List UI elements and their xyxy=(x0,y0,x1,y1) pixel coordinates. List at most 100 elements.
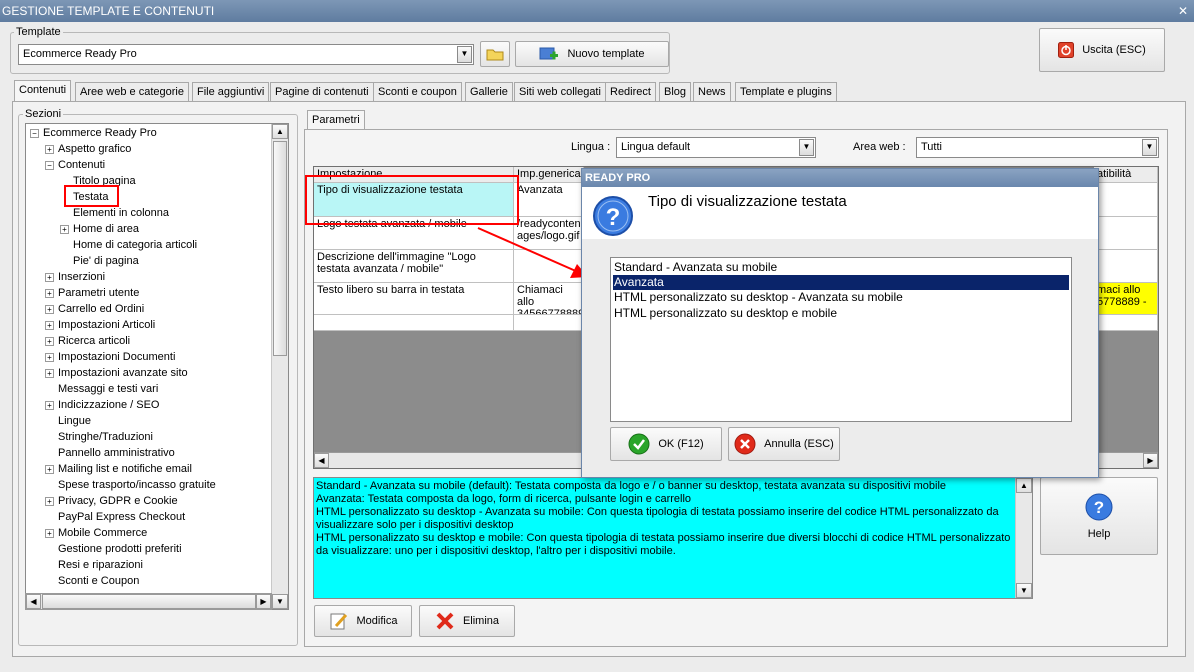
tree-item-label: Spese trasporto/incasso gratuite xyxy=(58,479,216,491)
tree-item[interactable]: Lingue xyxy=(45,413,91,429)
option-item[interactable]: HTML personalizzato su desktop e mobile xyxy=(613,306,1069,321)
chevron-down-icon[interactable]: ▼ xyxy=(799,139,814,156)
open-folder-button[interactable] xyxy=(480,41,510,67)
tree-item[interactable]: + Privacy, GDPR e Cookie xyxy=(45,493,178,509)
expand-icon[interactable]: + xyxy=(45,144,54,154)
tree-vscrollbar[interactable]: ▲ ▼ xyxy=(271,124,288,609)
scroll-left-icon[interactable]: ◀ xyxy=(314,453,329,468)
tab-blog[interactable]: Blog xyxy=(659,82,692,102)
tree-item[interactable]: Home di categoria articoli xyxy=(60,237,197,253)
help-icon: ? xyxy=(1085,493,1113,521)
tree-item[interactable]: + Mailing list e notifiche email xyxy=(45,461,192,477)
scroll-up-icon[interactable]: ▲ xyxy=(1016,478,1032,493)
collapse-icon[interactable]: − xyxy=(30,128,39,138)
tab-file-aggiuntivi[interactable]: File aggiuntivi xyxy=(192,82,270,102)
scroll-down-icon[interactable]: ▼ xyxy=(1016,583,1032,598)
chevron-down-icon[interactable]: ▼ xyxy=(1142,139,1157,156)
tree-item[interactable]: + Parametri utente xyxy=(45,285,139,301)
tab-redirect[interactable]: Redirect xyxy=(605,82,656,102)
grid-row-right[interactable]: maci allo 5778889 - xyxy=(1094,283,1158,315)
tree-item[interactable]: PayPal Express Checkout xyxy=(45,509,185,525)
tree-item[interactable]: + Carrello ed Ordini xyxy=(45,301,144,317)
tab-parametri[interactable]: Parametri xyxy=(307,110,365,130)
expand-icon[interactable]: + xyxy=(45,464,54,474)
expand-icon[interactable]: + xyxy=(45,288,54,298)
exit-button[interactable]: Uscita (ESC) xyxy=(1039,28,1165,72)
template-select[interactable]: Ecommerce Ready Pro ▼ xyxy=(18,44,474,65)
description-vscrollbar[interactable]: ▲ ▼ xyxy=(1015,478,1032,598)
grid-row-right[interactable] xyxy=(1094,217,1158,250)
tree-hscroll-thumb[interactable] xyxy=(42,594,256,609)
option-item[interactable]: HTML personalizzato su desktop - Avanzat… xyxy=(613,290,1069,305)
lingua-select[interactable]: Lingua default ▼ xyxy=(616,137,816,158)
tree-item[interactable]: Resi e riparazioni xyxy=(45,557,143,573)
tree-item[interactable]: + Home di area xyxy=(60,221,139,237)
tree-item[interactable]: Gestione prodotti preferiti xyxy=(45,541,182,557)
tab-aree-web[interactable]: Aree web e categorie xyxy=(75,82,189,102)
tree-item[interactable]: + Impostazioni avanzate sito xyxy=(45,365,188,381)
tab-siti-collegati[interactable]: Siti web collegati xyxy=(514,82,606,102)
tree-item-label: Elementi in colonna xyxy=(73,207,170,219)
tree-item[interactable]: Stringhe/Traduzioni xyxy=(45,429,153,445)
close-icon[interactable]: ✕ xyxy=(1178,0,1188,22)
grid-row-value[interactable]: Chiamaci allo 34566778889 xyxy=(514,283,584,315)
tree-item[interactable]: Messaggi e testi vari xyxy=(45,381,158,397)
tree-item[interactable]: − Contenuti xyxy=(45,157,105,173)
tab-sconti-coupon[interactable]: Sconti e coupon xyxy=(373,82,462,102)
expand-icon[interactable]: + xyxy=(45,496,54,506)
tree-item[interactable]: − Ecommerce Ready Pro xyxy=(30,125,157,141)
tree-item[interactable]: Elementi in colonna xyxy=(60,205,169,221)
tab-news[interactable]: News xyxy=(693,82,731,102)
tree-item[interactable]: Spese trasporto/incasso gratuite xyxy=(45,477,216,493)
option-item-selected[interactable]: Avanzata xyxy=(613,275,1069,290)
grid-row-right[interactable] xyxy=(1094,250,1158,283)
window-titlebar: GESTIONE TEMPLATE E CONTENUTI xyxy=(0,0,1194,22)
chevron-down-icon[interactable]: ▼ xyxy=(457,46,472,63)
expand-icon[interactable]: + xyxy=(60,224,69,234)
expand-icon[interactable]: + xyxy=(45,352,54,362)
tree-item[interactable]: + Aspetto grafico xyxy=(45,141,131,157)
grid-row-right[interactable] xyxy=(1094,183,1158,217)
scroll-up-icon[interactable]: ▲ xyxy=(272,124,288,139)
expand-icon[interactable]: + xyxy=(45,528,54,538)
tree-item[interactable]: + Ricerca articoli xyxy=(45,333,130,349)
tree-item[interactable]: Sconti e Coupon xyxy=(45,573,139,589)
cancel-button[interactable]: Annulla (ESC) xyxy=(728,427,840,461)
tree-scroll-thumb[interactable] xyxy=(273,141,287,356)
help-button[interactable]: ? Help xyxy=(1040,477,1158,555)
tab-contenuti[interactable]: Contenuti xyxy=(14,80,72,102)
edit-button[interactable]: Modifica xyxy=(314,605,412,637)
tree-item[interactable]: Pie' di pagina xyxy=(60,253,139,269)
scroll-down-icon[interactable]: ▼ xyxy=(272,594,288,609)
ok-button[interactable]: OK (F12) xyxy=(610,427,722,461)
new-template-label: Nuovo template xyxy=(567,48,645,60)
tree-item[interactable]: + Indicizzazione / SEO xyxy=(45,397,160,413)
scroll-right-icon[interactable]: ▶ xyxy=(256,594,271,609)
expand-icon[interactable]: + xyxy=(45,320,54,330)
grid-row-name[interactable]: Testo libero su barra in testata xyxy=(314,283,514,315)
expand-icon[interactable]: + xyxy=(45,272,54,282)
area-select[interactable]: Tutti ▼ xyxy=(916,137,1159,158)
option-item[interactable]: Standard - Avanzata su mobile xyxy=(613,260,1069,275)
tab-pagine-contenuti[interactable]: Pagine di contenuti xyxy=(270,82,374,102)
collapse-icon[interactable]: − xyxy=(45,160,54,170)
new-template-button[interactable]: Nuovo template xyxy=(515,41,669,67)
expand-icon[interactable]: + xyxy=(45,400,54,410)
tree-item-label: Ricerca articoli xyxy=(58,335,131,347)
scroll-left-icon[interactable]: ◀ xyxy=(26,594,41,609)
options-list[interactable]: Standard - Avanzata su mobile Avanzata H… xyxy=(610,257,1072,422)
tree-item[interactable]: + Impostazioni Documenti xyxy=(45,349,175,365)
grid-row-value[interactable]: Avanzata xyxy=(514,183,584,217)
expand-icon[interactable]: + xyxy=(45,304,54,314)
expand-icon[interactable]: + xyxy=(45,368,54,378)
delete-button[interactable]: Elimina xyxy=(419,605,515,637)
scroll-right-icon[interactable]: ▶ xyxy=(1143,453,1158,468)
expand-icon[interactable]: + xyxy=(45,336,54,346)
tree-item[interactable]: + Inserzioni xyxy=(45,269,105,285)
tree-item[interactable]: + Mobile Commerce xyxy=(45,525,147,541)
tree-item[interactable]: + Impostazioni Articoli xyxy=(45,317,155,333)
tree-hscrollbar[interactable]: ◀ ▶ xyxy=(25,593,272,610)
tab-gallerie[interactable]: Gallerie xyxy=(465,82,513,102)
tree-item[interactable]: Pannello amministrativo xyxy=(45,445,175,461)
tab-template-plugins[interactable]: Template e plugins xyxy=(735,82,837,102)
